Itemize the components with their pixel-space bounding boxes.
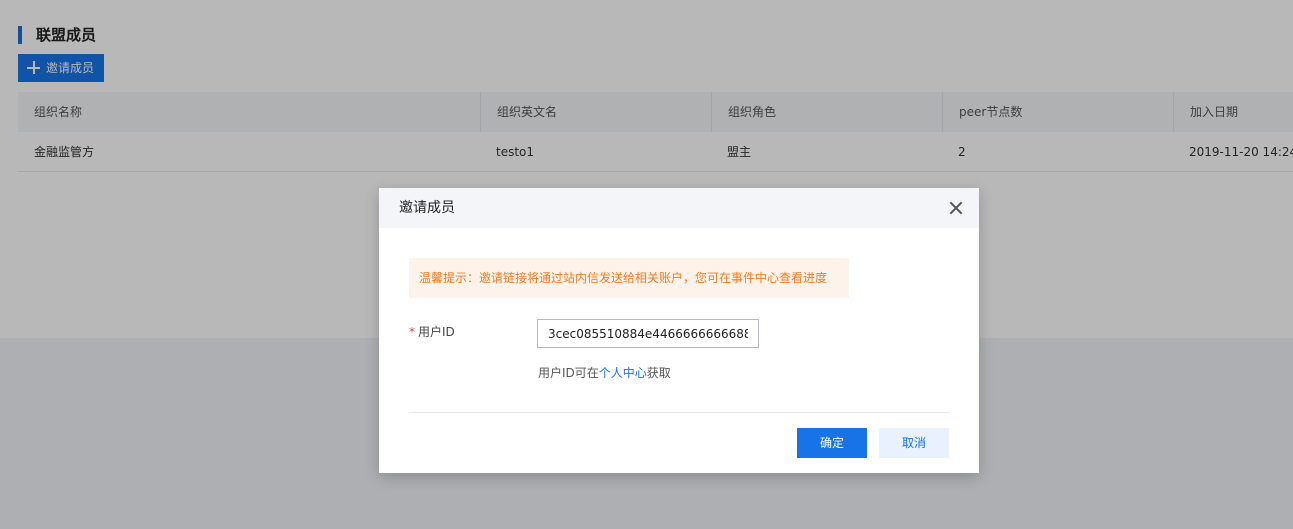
invite-member-dialog: 邀请成员 温馨提示：邀请链接将通过站内信发送给相关账户，您可在事件中心查看进度 … [379,188,979,473]
hint-suffix: 获取 [646,366,671,380]
close-icon[interactable] [949,201,963,215]
dialog-divider [409,412,949,413]
warning-tip: 温馨提示：邀请链接将通过站内信发送给相关账户，您可在事件中心查看进度 [409,258,849,298]
cancel-button[interactable]: 取消 [879,428,949,458]
user-id-label: * 用户ID [409,324,455,340]
user-id-hint: 用户ID可在个人中心获取 [538,365,671,381]
user-id-input[interactable] [537,319,759,348]
confirm-button[interactable]: 确定 [797,428,867,458]
hint-prefix: 用户ID可在 [538,366,599,380]
personal-center-link[interactable]: 个人中心 [599,366,647,380]
page: 联盟成员 邀请成员 组织名称 组织英文名 组织角色 peer节点数 加入日期 金… [0,0,1293,529]
user-id-label-text: 用户ID [418,325,455,339]
dialog-title: 邀请成员 [399,200,455,216]
dialog-header: 邀请成员 [379,188,979,228]
required-mark: * [409,325,415,339]
